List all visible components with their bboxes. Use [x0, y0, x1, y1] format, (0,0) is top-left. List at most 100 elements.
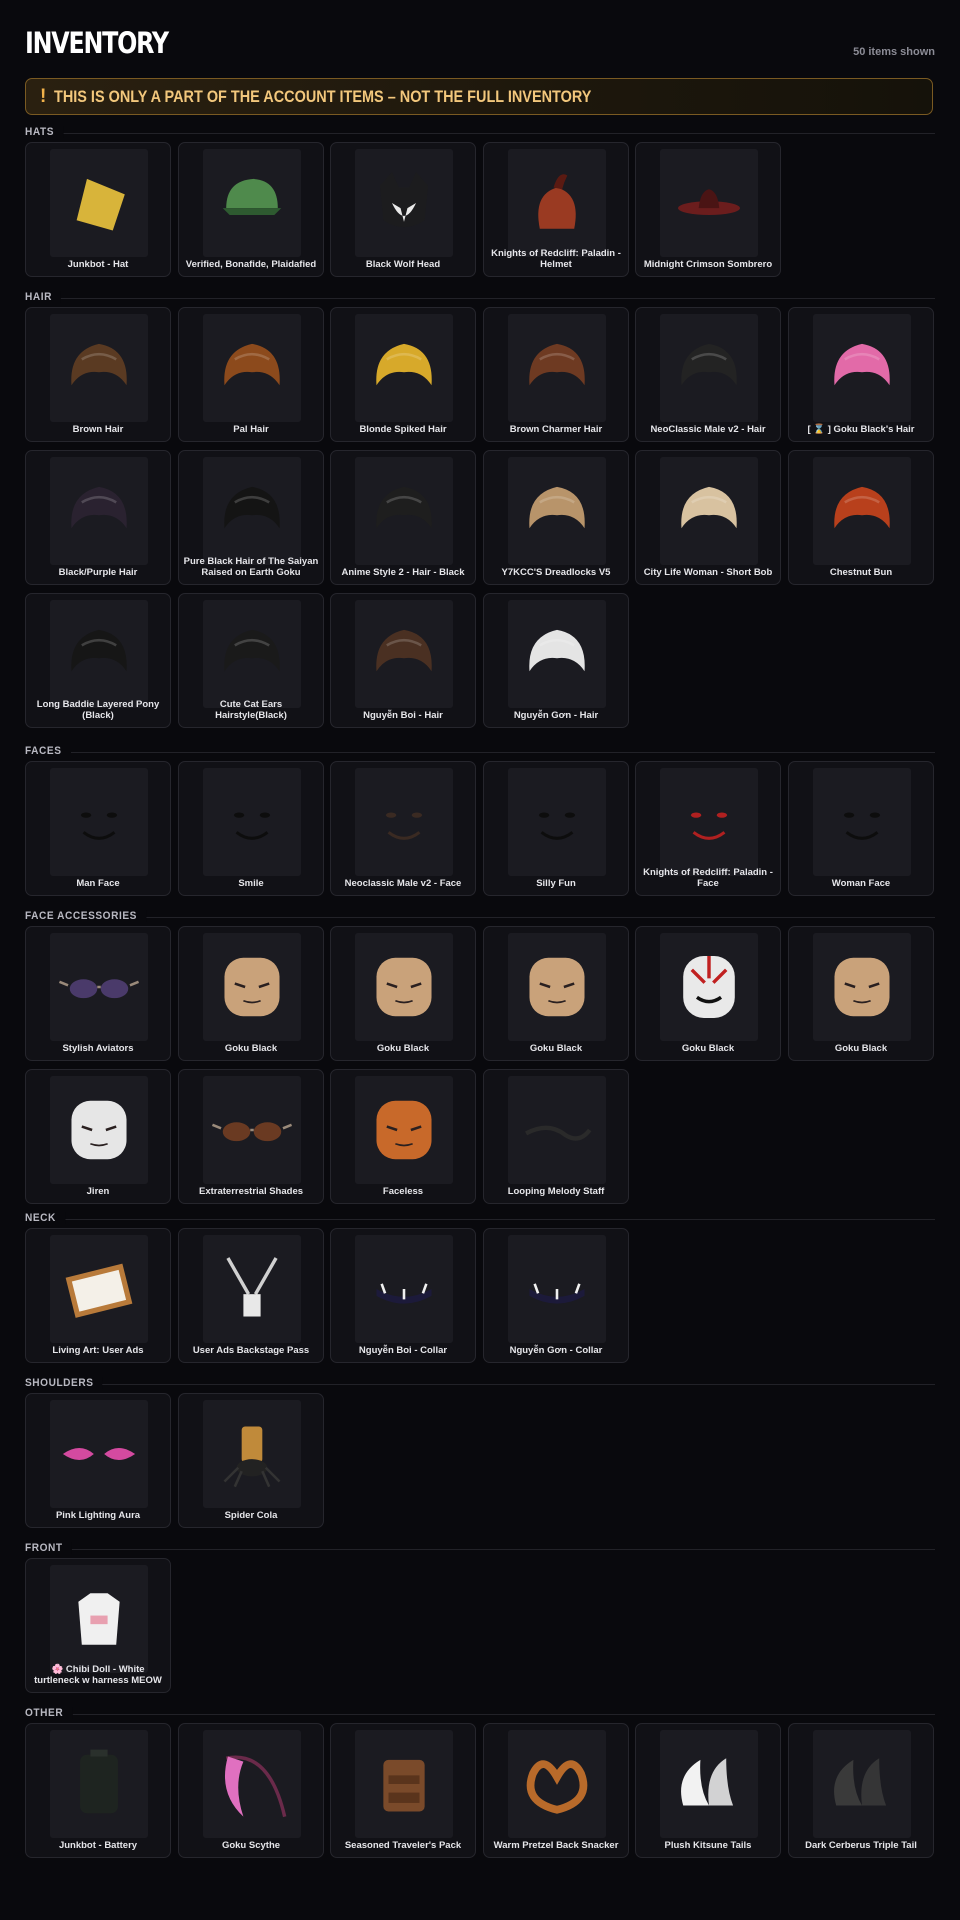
item-name: Woman Face [831, 878, 891, 889]
face-icon [843, 812, 881, 840]
item-card[interactable]: Black Wolf Head [330, 142, 476, 277]
hair-icon [71, 343, 127, 386]
item-card[interactable]: Nguyễn Gơn - Collar [483, 1228, 629, 1363]
item-name: Jiren [86, 1186, 110, 1197]
item-card[interactable]: Y7KCC'S Dreadlocks V5 [483, 450, 629, 585]
item-card[interactable]: Anime Style 2 - Hair - Black [330, 450, 476, 585]
item-card[interactable]: Junkbot - Hat [25, 142, 171, 277]
item-card[interactable]: Long Baddie Layered Pony (Black) [25, 593, 171, 728]
hair-icon [376, 486, 432, 529]
item-name: Nguyễn Boi - Collar [358, 1345, 448, 1356]
item-card[interactable]: Spider Cola [178, 1393, 324, 1528]
item-card[interactable]: Goku Black [178, 926, 324, 1061]
item-name: User Ads Backstage Pass [192, 1345, 310, 1356]
item-card[interactable]: Looping Melody Staff [483, 1069, 629, 1204]
item-card[interactable]: Chestnut Bun [788, 450, 934, 585]
section-divider [25, 917, 935, 918]
item-card[interactable]: Pure Black Hair of The Saiyan Raised on … [178, 450, 324, 585]
item-card[interactable]: Nguyễn Gơn - Hair [483, 593, 629, 728]
item-thumbnail [660, 1730, 758, 1838]
pretzel-icon [526, 1760, 588, 1814]
item-card[interactable]: Goku Scythe [178, 1723, 324, 1858]
item-name: Junkbot - Hat [67, 259, 129, 270]
item-card[interactable]: Nguyễn Boi - Collar [330, 1228, 476, 1363]
item-name: Goku Black [834, 1043, 888, 1054]
item-card[interactable]: Cute Cat Ears Hairstyle(Black) [178, 593, 324, 728]
item-name: City Life Woman - Short Bob [643, 567, 773, 578]
face-icon [385, 812, 423, 840]
item-card[interactable]: User Ads Backstage Pass [178, 1228, 324, 1363]
item-thumbnail [203, 1076, 301, 1184]
item-card[interactable]: Nguyễn Boi - Hair [330, 593, 476, 728]
item-name: Chestnut Bun [829, 567, 893, 578]
item-name: Nguyễn Gơn - Collar [509, 1345, 603, 1356]
item-name: Dark Cerberus Triple Tail [805, 1840, 917, 1851]
item-name: Anime Style 2 - Hair - Black [341, 567, 465, 578]
item-card[interactable]: Goku Black [635, 926, 781, 1061]
section-header: OTHER [25, 1707, 935, 1723]
item-card[interactable]: Stylish Aviators [25, 926, 171, 1061]
item-card[interactable]: Living Art: User Ads [25, 1228, 171, 1363]
item-card[interactable]: Midnight Crimson Sombrero [635, 142, 781, 277]
item-thumbnail [355, 457, 453, 565]
item-card[interactable]: Silly Fun [483, 761, 629, 896]
item-card[interactable]: Goku Black [788, 926, 934, 1061]
item-card[interactable]: City Life Woman - Short Bob [635, 450, 781, 585]
battery-icon [80, 1749, 118, 1814]
item-card[interactable]: 🌸 Chibi Doll - White turtleneck w harnes… [25, 1558, 171, 1693]
shirt-icon [78, 1593, 120, 1645]
item-card[interactable]: Blonde Spiked Hair [330, 307, 476, 442]
item-card[interactable]: Junkbot - Battery [25, 1723, 171, 1858]
item-card[interactable]: Pal Hair [178, 307, 324, 442]
item-card[interactable]: Brown Hair [25, 307, 171, 442]
item-card[interactable]: Black/Purple Hair [25, 450, 171, 585]
hair-icon [376, 629, 432, 672]
page-header: INVENTORY 50 items shown [25, 0, 935, 76]
item-card[interactable]: Smile [178, 761, 324, 896]
item-thumbnail [508, 1076, 606, 1184]
item-card[interactable]: Warm Pretzel Back Snacker [483, 1723, 629, 1858]
item-card[interactable]: Jiren [25, 1069, 171, 1204]
item-thumbnail [203, 314, 301, 422]
section-title: FACE ACCESSORIES [25, 910, 147, 922]
item-card[interactable]: [ ⌛ ] Goku Black's Hair [788, 307, 934, 442]
item-name: Silly Fun [536, 878, 576, 889]
item-card[interactable]: Plush Kitsune Tails [635, 1723, 781, 1858]
item-card[interactable]: Pink Lighting Aura [25, 1393, 171, 1528]
item-card[interactable]: Woman Face [788, 761, 934, 896]
mask-icon [683, 956, 735, 1018]
item-card[interactable]: Knights of Redcliff: Paladin - Helmet [483, 142, 629, 277]
section-header: FRONT [25, 1542, 935, 1558]
page-title: INVENTORY [25, 26, 169, 60]
item-card[interactable]: Man Face [25, 761, 171, 896]
scythe-icon [224, 1755, 287, 1818]
item-name: Plush Kitsune Tails [664, 1840, 752, 1851]
item-card[interactable]: NeoClassic Male v2 - Hair [635, 307, 781, 442]
section-title: NECK [25, 1212, 66, 1224]
item-card[interactable]: Goku Black [330, 926, 476, 1061]
item-name: Goku Black [529, 1043, 583, 1054]
item-thumbnail [355, 600, 453, 708]
item-card[interactable]: Faceless [330, 1069, 476, 1204]
exclamation-icon: ! [40, 85, 47, 107]
tails-icon [834, 1758, 887, 1806]
item-thumbnail [355, 933, 453, 1041]
item-thumbnail [660, 314, 758, 422]
item-thumbnail [355, 768, 453, 876]
item-card[interactable]: Verified, Bonafide, Plaidafied [178, 142, 324, 277]
item-card[interactable]: Dark Cerberus Triple Tail [788, 1723, 934, 1858]
item-name: Goku Black [681, 1043, 735, 1054]
item-card[interactable]: Seasoned Traveler's Pack [330, 1723, 476, 1858]
item-card[interactable]: Knights of Redcliff: Paladin - Face [635, 761, 781, 896]
item-card[interactable]: Neoclassic Male v2 - Face [330, 761, 476, 896]
item-name: Knights of Redcliff: Paladin - Helmet [491, 248, 621, 270]
item-card[interactable]: Goku Black [483, 926, 629, 1061]
item-card[interactable]: Extraterrestrial Shades [178, 1069, 324, 1204]
item-card[interactable]: Brown Charmer Hair [483, 307, 629, 442]
head-icon [376, 957, 432, 1017]
frame-icon [65, 1263, 133, 1318]
item-name: Stylish Aviators [62, 1043, 134, 1054]
item-thumbnail [355, 1076, 453, 1184]
item-thumbnail [203, 768, 301, 876]
item-thumbnail [50, 1400, 148, 1508]
